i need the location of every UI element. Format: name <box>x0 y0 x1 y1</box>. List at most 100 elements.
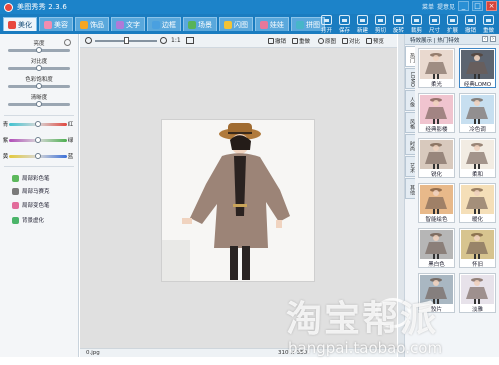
tab-label: 文字 <box>126 20 140 29</box>
undo-button[interactable]: 撤销 <box>268 37 286 45</box>
color-balance-knob[interactable] <box>35 120 41 127</box>
effect-preview-image <box>461 50 494 79</box>
tool-button-6[interactable]: 尺寸 <box>426 15 443 34</box>
tool-button-9[interactable]: 重做 <box>480 15 497 34</box>
effect-preview-image <box>461 185 494 214</box>
tab-1[interactable]: 美容 <box>39 17 73 31</box>
feedback-link[interactable]: 提意见 <box>437 2 455 11</box>
tool-button-2[interactable]: 新建 <box>354 15 371 34</box>
slider-track[interactable] <box>8 101 70 107</box>
tool-label: 裁剪 <box>410 28 422 34</box>
redo-icon <box>292 38 298 44</box>
effect-tool-0[interactable]: 局部彩色笔 <box>12 174 50 182</box>
tool-button-1[interactable]: 保存 <box>336 15 353 34</box>
effect-thumbnail-6[interactable]: 智能绘色 <box>418 183 455 223</box>
zoom-slider-knob[interactable] <box>124 37 129 44</box>
tab-6[interactable]: 闪图 <box>219 17 253 31</box>
next-page-icon[interactable]: › <box>490 36 496 42</box>
effect-tool-icon <box>12 187 19 195</box>
tab-3[interactable]: 文字 <box>111 17 145 31</box>
slider-knob[interactable] <box>36 101 42 107</box>
preview-button[interactable]: 预览 <box>366 37 384 45</box>
color-balance-slider[interactable] <box>9 120 67 127</box>
effect-tool-2[interactable]: 局部变色笔 <box>12 201 50 209</box>
toolbar: 打开 保存 新建 剪切 旋转 裁剪 尺寸 扩展 撤销 重做 <box>318 15 497 34</box>
effect-category-tab-0[interactable]: 热门 <box>405 46 415 67</box>
tab-icon <box>188 20 196 29</box>
effect-thumbnail-label: 暖化 <box>471 217 483 223</box>
effect-category-tab-4[interactable]: 时尚 <box>405 134 415 155</box>
zoom-out-icon[interactable] <box>85 37 92 44</box>
prev-page-icon[interactable]: ‹ <box>482 36 488 42</box>
close-button[interactable]: × <box>486 1 497 11</box>
original-button[interactable]: 原图 <box>318 37 336 45</box>
effect-category-tab-1[interactable]: LOMO <box>405 68 415 89</box>
effect-category-tab-2[interactable]: 人像 <box>405 90 415 111</box>
effect-thumbnail-8[interactable]: 黑白色 <box>418 228 455 268</box>
effect-preview-image <box>420 230 453 259</box>
color-left-label: 黄 <box>2 154 9 160</box>
photo[interactable] <box>161 119 315 282</box>
tab-7[interactable]: 娃娃 <box>255 17 289 31</box>
actual-size-button[interactable]: 1:1 <box>171 37 181 44</box>
effect-thumbnail-7[interactable]: 暖化 <box>459 183 496 223</box>
redo-button[interactable]: 重做 <box>292 37 310 45</box>
slider-track[interactable] <box>8 47 70 53</box>
slider-track[interactable] <box>8 65 70 71</box>
effect-category-tab-6[interactable]: 其他 <box>405 178 415 199</box>
tool-icon <box>411 15 422 25</box>
slider-label: 色彩饱和度 <box>25 77 53 83</box>
tool-button-0[interactable]: 打开 <box>318 15 335 34</box>
effect-category-tab-5[interactable]: 艺术 <box>405 156 415 177</box>
slider-knob[interactable] <box>36 65 42 71</box>
tool-button-4[interactable]: 旋转 <box>390 15 407 34</box>
effect-thumbnail-label: 经典影楼 <box>425 127 448 133</box>
effect-tool-3[interactable]: 背景虚化 <box>12 216 44 224</box>
color-balance-slider[interactable] <box>9 136 67 143</box>
tool-label: 剪切 <box>374 28 386 34</box>
effect-preview-image <box>420 185 453 214</box>
effect-thumbnail-11[interactable]: 淡雅 <box>459 273 496 313</box>
tab-5[interactable]: 场景 <box>183 17 217 31</box>
minimize-button[interactable]: _ <box>458 1 469 11</box>
effect-thumbnail-1[interactable]: 经典LOMO <box>459 48 496 88</box>
compare-button[interactable]: 对比 <box>342 37 360 45</box>
undo-icon <box>268 38 274 44</box>
tab-label: 场景 <box>198 20 212 29</box>
effect-thumbnail-5[interactable]: 柔和 <box>459 138 496 178</box>
menu-link[interactable]: 菜单 <box>422 2 434 11</box>
effect-preview-image <box>420 95 453 124</box>
tool-button-5[interactable]: 裁剪 <box>408 15 425 34</box>
tab-icon <box>296 20 304 29</box>
effect-preview-image <box>461 275 494 304</box>
fit-window-icon[interactable] <box>186 37 194 44</box>
effect-thumbnail-9[interactable]: 怀旧 <box>459 228 496 268</box>
tab-4[interactable]: 边框 <box>147 17 181 31</box>
tool-button-7[interactable]: 扩展 <box>444 15 461 34</box>
tool-label: 撤销 <box>464 28 476 34</box>
slider-knob[interactable] <box>36 47 42 53</box>
slider-label: 清晰度 <box>30 95 48 101</box>
color-balance-knob[interactable] <box>35 152 41 159</box>
slider-knob[interactable] <box>36 83 42 89</box>
maximize-button[interactable]: □ <box>472 1 483 11</box>
slider-track[interactable] <box>8 83 70 89</box>
effect-preview-image <box>461 95 494 124</box>
effect-thumbnail-3[interactable]: 冷色调 <box>459 93 496 133</box>
effect-thumbnail-label: 经典LOMO <box>463 82 492 88</box>
effect-thumbnail-2[interactable]: 经典影楼 <box>418 93 455 133</box>
effect-thumbnail-4[interactable]: 锐化 <box>418 138 455 178</box>
effect-category-tab-3[interactable]: 风格 <box>405 112 415 133</box>
tab-0[interactable]: 美化 <box>3 17 37 31</box>
zoom-in-icon[interactable] <box>160 37 167 44</box>
color-left-label: 紫 <box>2 138 9 144</box>
effect-tool-1[interactable]: 局部马赛克 <box>12 187 50 195</box>
tab-2[interactable]: 饰品 <box>75 17 109 31</box>
color-balance-knob[interactable] <box>35 136 41 143</box>
effect-thumbnail-0[interactable]: 柔光 <box>418 48 455 88</box>
tab-label: 边框 <box>162 20 176 29</box>
tool-button-3[interactable]: 剪切 <box>372 15 389 34</box>
compare-label: 对比 <box>349 39 361 45</box>
tool-button-8[interactable]: 撤销 <box>462 15 479 34</box>
color-balance-slider[interactable] <box>9 152 67 159</box>
